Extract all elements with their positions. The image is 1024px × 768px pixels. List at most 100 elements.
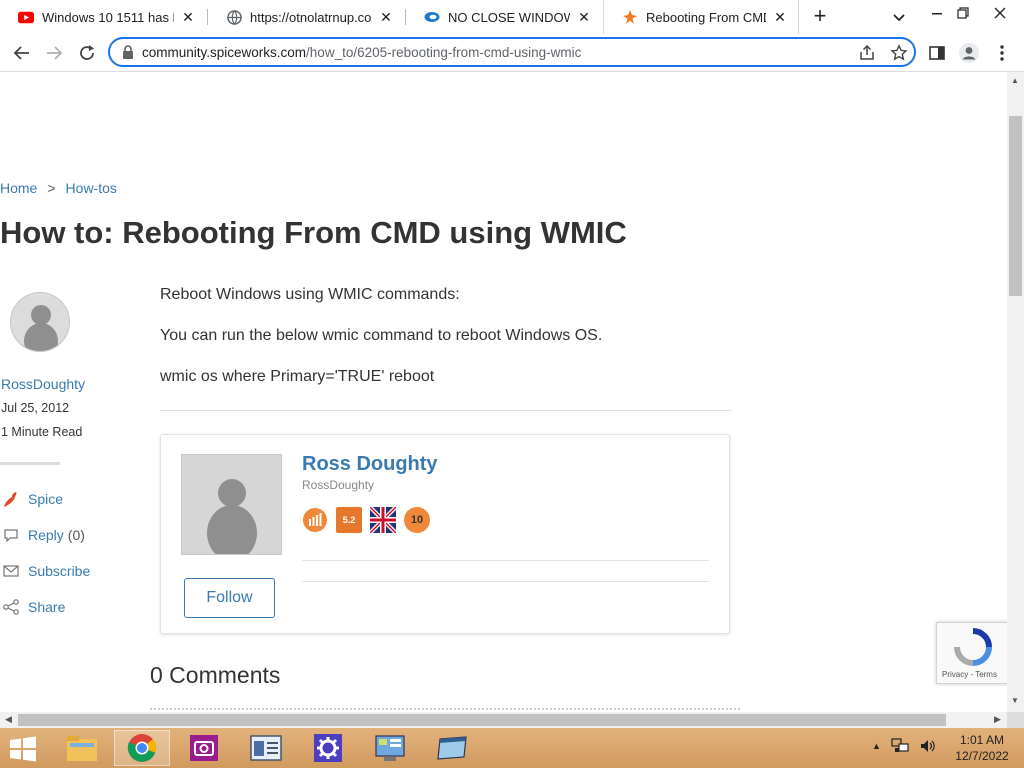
vertical-scroll-thumb[interactable] [1009, 116, 1022, 296]
author-card: Ross Doughty RossDoughty 5.2 10 Follow [160, 434, 730, 634]
horizontal-scrollbar[interactable]: ◀ ▶ [0, 712, 1007, 728]
divider [160, 410, 732, 411]
volume-icon[interactable] [919, 738, 935, 754]
profile-avatar-button[interactable] [957, 41, 981, 65]
menu-kebab-button[interactable] [990, 41, 1014, 65]
comments-divider [150, 708, 740, 710]
tab-otnolatrnup[interactable]: https://otnolatrnup.com/ ✕ [208, 0, 404, 34]
author-avatar[interactable] [10, 292, 70, 352]
divider [302, 560, 709, 561]
rank-badge-icon[interactable] [302, 507, 328, 533]
forward-button[interactable] [42, 41, 66, 65]
divider [302, 581, 709, 582]
folder-icon [67, 736, 97, 761]
breadcrumb: Home > How-tos [0, 180, 117, 196]
url-text[interactable]: community.spiceworks.com/how_to/6205-reb… [142, 45, 581, 60]
subscribe-label: Subscribe [28, 563, 91, 579]
share-action[interactable]: Share [2, 597, 65, 617]
share-page-icon[interactable] [858, 44, 876, 62]
recaptcha-links[interactable]: Privacy - Terms [942, 670, 997, 679]
uk-flag-badge-icon[interactable] [370, 507, 396, 533]
divider [0, 462, 60, 465]
spice-action[interactable]: Spice [2, 489, 63, 509]
control-panel-icon [375, 735, 405, 761]
camera-icon [190, 735, 218, 761]
tab-title: Windows 10 1511 has BSOD [42, 9, 174, 25]
reply-action[interactable]: Reply (0) [2, 525, 85, 545]
spiceworks-icon [622, 9, 638, 25]
horizontal-scroll-thumb[interactable] [18, 714, 946, 726]
document-window-icon [250, 735, 282, 761]
tab-search-chevron-icon[interactable] [890, 8, 908, 26]
tab-strip: Windows 10 1511 has BSOD ✕ https://otnol… [0, 0, 1024, 34]
scroll-down-arrow-icon[interactable]: ▼ [1011, 696, 1019, 705]
speech-bubble-icon [2, 526, 20, 544]
url-domain: community.spiceworks.com [142, 45, 307, 60]
taskbar-clock[interactable]: 1:01 AM 12/7/2022 [950, 732, 1014, 764]
scrollbar-corner [1007, 712, 1024, 728]
tab-title: NO CLOSE WINDOW 3.0 [448, 9, 570, 25]
page-title: How to: Rebooting From CMD using WMIC [0, 215, 627, 250]
tab-youtube[interactable]: Windows 10 1511 has BSOD ✕ [0, 0, 206, 34]
taskbar-settings[interactable] [300, 730, 356, 766]
article-paragraph: You can run the below wmic command to re… [160, 327, 603, 344]
new-tab-button[interactable]: + [808, 5, 832, 28]
close-icon[interactable]: ✕ [772, 9, 788, 25]
version-badge-icon[interactable]: 5.2 [336, 507, 362, 533]
taskbar-control-panel[interactable] [362, 730, 418, 766]
publish-date: Jul 25, 2012 [1, 401, 70, 415]
back-button[interactable] [10, 41, 34, 65]
windows-start-icon[interactable] [8, 736, 38, 762]
article-command: wmic os where Primary='TRUE' reboot [160, 368, 435, 385]
globe-icon [226, 9, 242, 25]
youtube-icon [18, 9, 34, 25]
vertical-scrollbar[interactable]: ▲ ▼ [1007, 72, 1024, 712]
follow-button[interactable]: Follow [184, 578, 275, 618]
envelope-icon [2, 562, 20, 580]
comments-heading: 0 Comments [150, 662, 281, 688]
side-panel-button[interactable] [925, 41, 949, 65]
version-badge-label: 5.2 [342, 515, 356, 525]
tab-rebooting-from-cmd[interactable]: Rebooting From CMD using ✕ [603, 0, 799, 34]
author-card-avatar[interactable] [181, 454, 282, 555]
reload-button[interactable] [75, 41, 99, 65]
gear-icon [314, 734, 342, 762]
scroll-left-arrow-icon[interactable]: ◀ [5, 714, 12, 725]
edge-icon [424, 9, 440, 25]
breadcrumb-home-link[interactable]: Home [0, 180, 37, 196]
ten-years-badge-icon[interactable]: 10 [404, 507, 430, 533]
chrome-icon [127, 734, 157, 762]
window-icon [437, 736, 467, 760]
browser-toolbar: community.spiceworks.com/how_to/6205-reb… [0, 34, 1024, 72]
scroll-right-arrow-icon[interactable]: ▶ [994, 714, 1001, 725]
restore-button[interactable] [948, 2, 978, 24]
taskbar-chrome[interactable] [114, 730, 170, 766]
tab-title: Rebooting From CMD using [646, 9, 766, 25]
taskbar-camera-app[interactable] [176, 730, 232, 766]
lock-icon[interactable] [122, 45, 134, 59]
windows-taskbar: ▲ 1:01 AM 12/7/2022 [0, 728, 1024, 768]
article-paragraph: Reboot Windows using WMIC commands: [160, 286, 460, 303]
scroll-up-arrow-icon[interactable]: ▲ [1011, 76, 1019, 85]
network-icon[interactable] [891, 738, 909, 754]
spice-label: Spice [28, 491, 64, 507]
close-icon[interactable]: ✕ [378, 9, 394, 25]
author-card-name[interactable]: Ross Doughty [302, 453, 438, 476]
taskbar-window-app[interactable] [424, 730, 480, 766]
close-icon[interactable]: ✕ [180, 9, 196, 25]
recaptcha-icon [954, 628, 992, 666]
taskbar-document-app[interactable] [238, 730, 294, 766]
taskbar-file-explorer[interactable] [54, 730, 110, 766]
tray-expand-arrow-icon[interactable]: ▲ [872, 741, 881, 751]
author-link[interactable]: RossDoughty [1, 376, 85, 392]
close-window-button[interactable] [980, 2, 1020, 24]
recaptcha-badge[interactable]: Privacy - Terms [936, 622, 1007, 684]
bookmark-star-icon[interactable] [890, 44, 908, 62]
system-tray: ▲ [872, 738, 935, 754]
page-viewport: Home > How-tos How to: Rebooting From CMD … [0, 72, 1007, 712]
tab-no-close-window[interactable]: NO CLOSE WINDOW 3.0 ✕ [406, 0, 602, 34]
breadcrumb-howtos-link[interactable]: How-tos [66, 180, 117, 196]
address-bar[interactable]: community.spiceworks.com/how_to/6205-reb… [108, 37, 916, 67]
close-icon[interactable]: ✕ [576, 9, 592, 25]
subscribe-action[interactable]: Subscribe [2, 561, 90, 581]
